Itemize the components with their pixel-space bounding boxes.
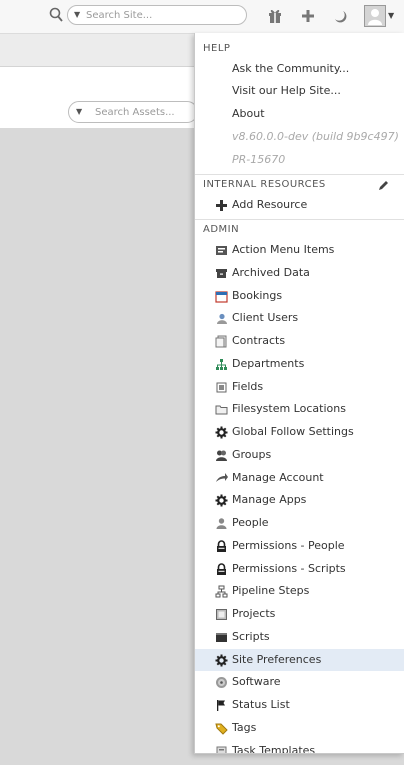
menu-item-add-resource[interactable]: Add Resource: [195, 194, 404, 216]
admin-item-bookings[interactable]: Bookings: [195, 285, 404, 307]
help-section-header: HELP: [203, 43, 231, 54]
admin-item-manage-apps[interactable]: Manage Apps: [195, 489, 404, 511]
site-search-field[interactable]: ▼: [67, 5, 247, 25]
admin-item-label: Task Templates: [232, 743, 316, 754]
menu-item-about[interactable]: About: [195, 103, 404, 125]
admin-item-manage-account[interactable]: Manage Account: [195, 467, 404, 489]
field-icon: [216, 382, 227, 392]
admin-item-label: Bookings: [232, 288, 283, 302]
client-user-icon: [217, 314, 227, 325]
contract-icon: [215, 335, 227, 348]
divider: [195, 219, 404, 220]
pipeline-icon: [215, 585, 228, 598]
menu-item-help-site[interactable]: Visit our Help Site...: [195, 80, 404, 102]
project-icon: [216, 609, 227, 620]
admin-item-pipeline-steps[interactable]: Pipeline Steps: [195, 580, 404, 602]
person-icon: [216, 518, 227, 529]
gift-icon[interactable]: [266, 7, 284, 25]
plus-icon[interactable]: [299, 7, 317, 25]
admin-item-label: Contracts: [232, 334, 286, 347]
gear-icon: [215, 494, 228, 507]
menu-item-label: Add Resource: [232, 198, 308, 211]
admin-item-label: Tags: [232, 720, 257, 734]
admin-item-label: Global Follow Settings: [232, 425, 354, 438]
site-search-input[interactable]: [86, 8, 236, 22]
admin-item-label: Software: [232, 675, 281, 689]
admin-item-label: Scripts: [232, 629, 270, 643]
archive-icon: [216, 268, 227, 278]
admin-item-label: Projects: [232, 607, 276, 620]
calendar-icon: [215, 290, 228, 303]
pr-text: PR-15670: [232, 153, 286, 166]
folder-icon: [215, 405, 228, 415]
org-chart-icon: [216, 358, 227, 370]
admin-item-label: Groups: [232, 447, 272, 461]
admin-item-task-templates[interactable]: Task Templates: [195, 740, 404, 754]
chevron-down-icon[interactable]: ▼: [76, 107, 82, 116]
admin-item-client-users[interactable]: Client Users: [195, 307, 404, 329]
tag-icon: [215, 723, 228, 735]
lock-icon: [217, 562, 226, 575]
admin-item-scripts[interactable]: Scripts: [195, 626, 404, 648]
version-text: v8.60.0.0-dev (build 9b9c497): [232, 130, 399, 143]
admin-section-header: ADMIN: [203, 224, 240, 235]
admin-item-label: Site Preferences: [232, 652, 322, 666]
internal-resources-header: INTERNAL RESOURCES: [203, 179, 326, 190]
action-menu-icon: [216, 246, 227, 255]
admin-item-action-menu-items[interactable]: Action Menu Items: [195, 239, 404, 261]
gear-icon: [215, 654, 228, 666]
admin-item-groups[interactable]: Groups: [195, 444, 404, 466]
lock-icon: [217, 540, 226, 552]
admin-item-label: Status List: [232, 698, 290, 711]
plus-icon: [216, 200, 227, 211]
admin-item-site-preferences[interactable]: Site Preferences: [195, 648, 404, 671]
user-avatar-button[interactable]: [364, 5, 386, 27]
script-icon: [216, 632, 227, 642]
admin-item-label: People: [232, 516, 269, 529]
admin-item-label: Archived Data: [232, 265, 310, 279]
admin-item-label: Filesystem Locations: [232, 402, 346, 416]
pencil-icon[interactable]: [378, 180, 389, 191]
admin-item-contracts[interactable]: Contracts: [195, 330, 404, 352]
divider: [195, 174, 404, 175]
admin-item-label: Departments: [232, 356, 305, 370]
top-bar: ▼ ▼: [0, 0, 404, 34]
gear-icon: [215, 426, 228, 439]
chevron-down-icon[interactable]: ▼: [74, 10, 80, 19]
admin-item-permissions-scripts[interactable]: Permissions - Scripts: [195, 558, 404, 580]
admin-item-archived-data[interactable]: Archived Data: [195, 262, 404, 284]
software-icon: [216, 677, 227, 689]
flag-icon: [217, 700, 225, 711]
admin-item-permissions-people[interactable]: Permissions - People: [195, 535, 404, 557]
assets-search-field[interactable]: ▼: [68, 101, 198, 123]
admin-item-status-list[interactable]: Status List: [195, 694, 404, 716]
admin-item-label: Pipeline Steps: [232, 584, 310, 598]
user-dropdown-menu: HELP Ask the Community... Visit our Help…: [194, 33, 404, 754]
admin-item-label: Fields: [232, 379, 264, 393]
admin-item-global-follow-settings[interactable]: Global Follow Settings: [195, 421, 404, 443]
admin-item-label: Action Menu Items: [232, 243, 335, 256]
admin-item-people[interactable]: People: [195, 512, 404, 534]
admin-item-label: Permissions - Scripts: [232, 561, 346, 575]
admin-item-departments[interactable]: Departments: [195, 353, 404, 375]
arrow-icon: [216, 472, 228, 482]
assets-search-input[interactable]: [95, 105, 195, 119]
admin-item-projects[interactable]: Projects: [195, 603, 404, 625]
admin-item-label: Client Users: [232, 311, 299, 325]
group-icon: [216, 450, 227, 461]
search-icon[interactable]: [49, 7, 63, 23]
admin-item-tags[interactable]: Tags: [195, 717, 404, 739]
template-icon: [216, 746, 227, 753]
chevron-down-icon[interactable]: ▼: [388, 11, 394, 20]
admin-item-fields[interactable]: Fields: [195, 376, 404, 398]
user-avatar-icon: [368, 9, 382, 25]
admin-item-label: Manage Apps: [232, 493, 307, 507]
admin-item-software[interactable]: Software: [195, 671, 404, 693]
menu-item-ask-community[interactable]: Ask the Community...: [195, 58, 404, 80]
admin-item-label: Permissions - People: [232, 538, 345, 552]
moon-icon[interactable]: [331, 7, 349, 25]
admin-item-filesystem-locations[interactable]: Filesystem Locations: [195, 398, 404, 420]
admin-item-label: Manage Account: [232, 470, 324, 484]
